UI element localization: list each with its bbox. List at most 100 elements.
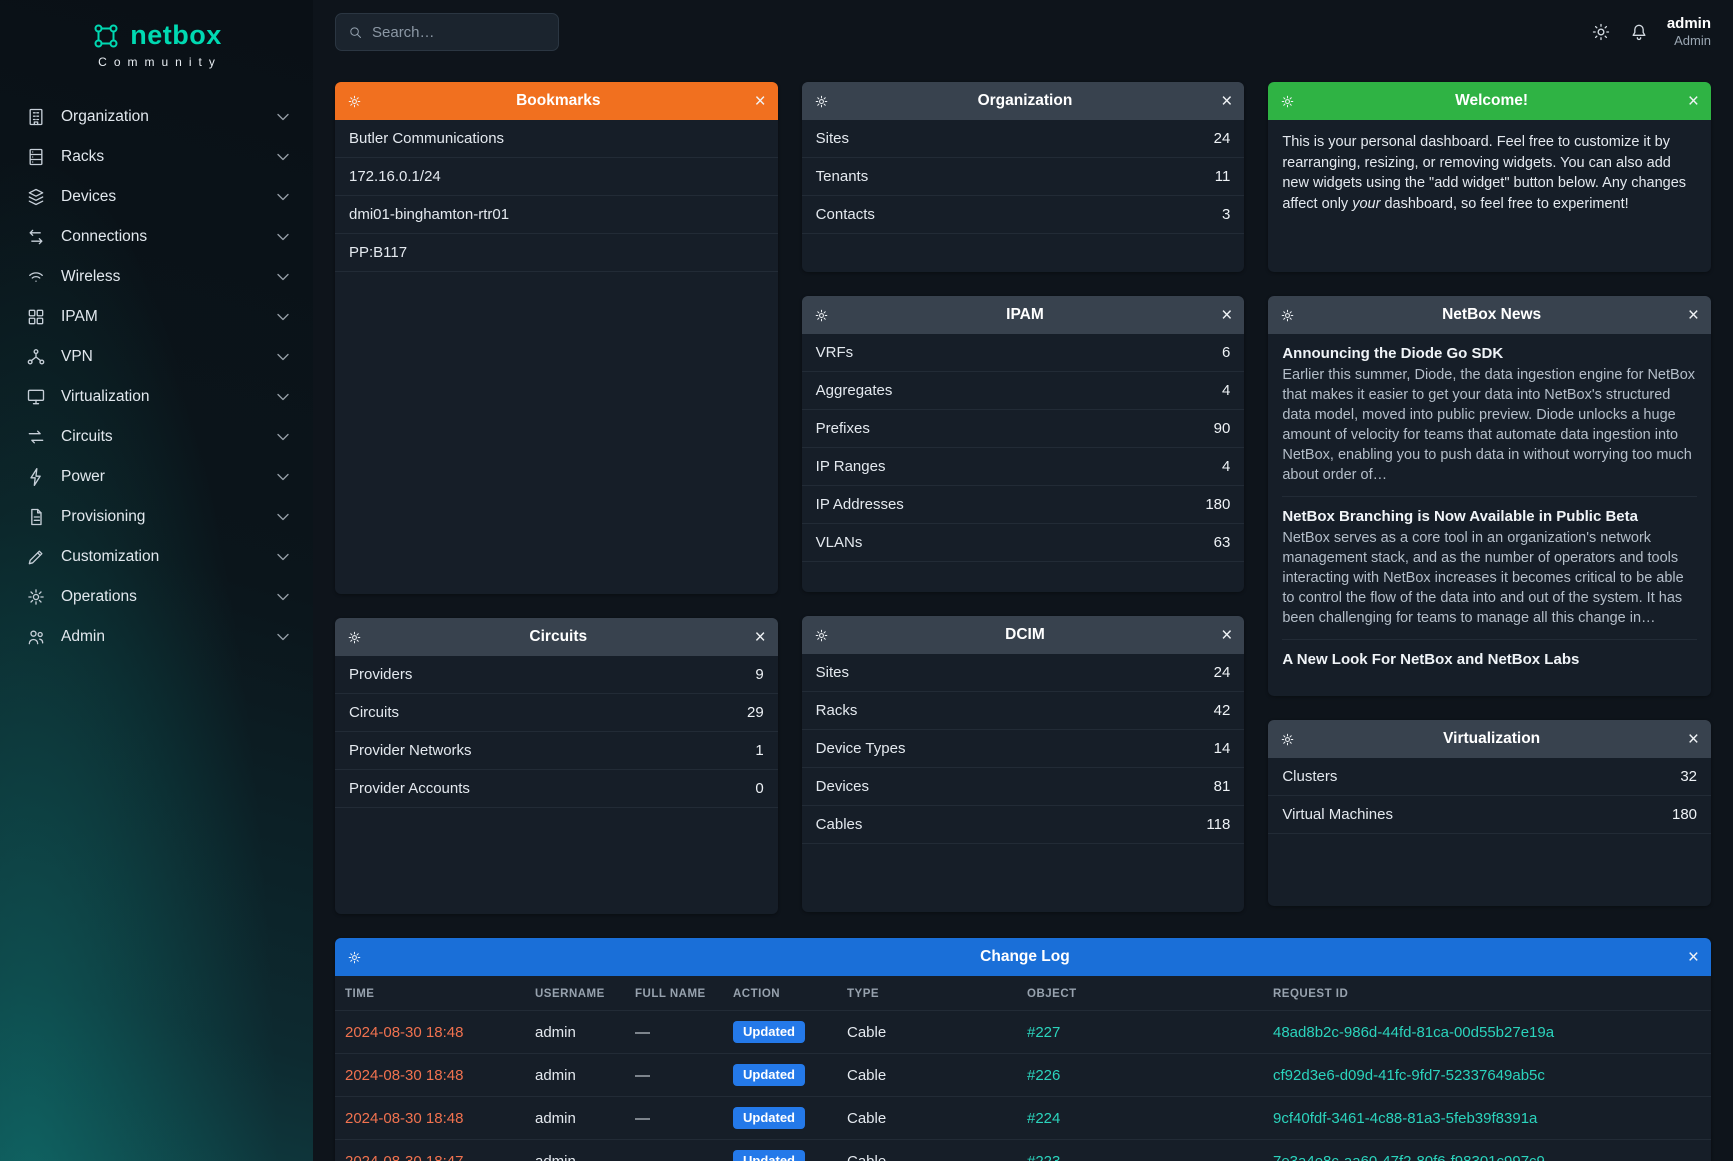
widget-close-icon[interactable]: ×: [1688, 948, 1699, 967]
widget-config-icon[interactable]: [814, 628, 829, 643]
changelog-object-link[interactable]: #223: [1027, 1153, 1060, 1161]
sidebar-item-circuits[interactable]: Circuits: [0, 417, 313, 457]
sidebar-item-racks[interactable]: Racks: [0, 137, 313, 177]
stat-label-link[interactable]: VRFs: [816, 344, 854, 361]
sidebar-item-provisioning[interactable]: Provisioning: [0, 497, 313, 537]
devices-icon: [26, 187, 46, 207]
bookmark-link[interactable]: 172.16.0.1/24: [349, 168, 441, 185]
user-menu[interactable]: admin Admin: [1667, 15, 1711, 50]
chevron-down-icon: [273, 587, 293, 607]
stat-label-link[interactable]: Contacts: [816, 206, 875, 223]
widget-title: Bookmarks: [370, 92, 747, 110]
sidebar-item-connections[interactable]: Connections: [0, 217, 313, 257]
stat-label-link[interactable]: IP Ranges: [816, 458, 886, 475]
stat-value: 9: [755, 666, 763, 683]
widget-config-icon[interactable]: [1280, 732, 1295, 747]
changelog-time-link[interactable]: 2024-08-30 18:48: [345, 1024, 463, 1041]
changelog-time-link[interactable]: 2024-08-30 18:48: [345, 1067, 463, 1084]
stat-value: 24: [1214, 664, 1231, 681]
stat-label-link[interactable]: Device Types: [816, 740, 906, 757]
sidebar-item-operations[interactable]: Operations: [0, 577, 313, 617]
stat-label-link[interactable]: Provider Accounts: [349, 780, 470, 797]
stat-label-link[interactable]: Providers: [349, 666, 412, 683]
monitor-icon: [26, 387, 46, 407]
changelog-username: admin: [525, 1097, 625, 1140]
changelog-request-id-link[interactable]: cf92d3e6-d09d-41fc-9fd7-52337649ab5c: [1273, 1067, 1545, 1084]
stat-label-link[interactable]: Sites: [816, 130, 849, 147]
stat-label-link[interactable]: Tenants: [816, 168, 869, 185]
sidebar-item-admin[interactable]: Admin: [0, 617, 313, 657]
column-header-full-name: Full Name: [625, 976, 723, 1011]
widget-close-icon[interactable]: ×: [1688, 306, 1699, 325]
stat-label-link[interactable]: Circuits: [349, 704, 399, 721]
widget-close-icon[interactable]: ×: [1221, 306, 1232, 325]
widget-close-icon[interactable]: ×: [1221, 92, 1232, 111]
widget-config-icon[interactable]: [814, 308, 829, 323]
sidebar-item-label: Customization: [61, 548, 159, 566]
widget-close-icon[interactable]: ×: [1688, 730, 1699, 749]
stat-label-link[interactable]: Racks: [816, 702, 858, 719]
widget-close-icon[interactable]: ×: [1688, 92, 1699, 111]
stat-label-link[interactable]: Cables: [816, 816, 863, 833]
sidebar-item-vpn[interactable]: VPN: [0, 337, 313, 377]
changelog-time-link[interactable]: 2024-08-30 18:48: [345, 1110, 463, 1127]
stat-label-link[interactable]: Devices: [816, 778, 869, 795]
network-icon: [26, 347, 46, 367]
ipam-header: IPAM ×: [802, 296, 1245, 334]
stat-value: 11: [1215, 168, 1231, 185]
widget-config-icon[interactable]: [1280, 94, 1295, 109]
widget-config-icon[interactable]: [347, 950, 362, 965]
news-title-link[interactable]: Announcing the Diode Go SDK: [1282, 345, 1697, 362]
widget-title: Welcome!: [1303, 92, 1680, 110]
widget-config-icon[interactable]: [347, 94, 362, 109]
stat-label-link[interactable]: Prefixes: [816, 420, 870, 437]
changelog-time-link[interactable]: 2024-08-30 18:47: [345, 1153, 463, 1161]
notifications-button[interactable]: [1629, 22, 1649, 42]
stat-label-link[interactable]: IP Addresses: [816, 496, 904, 513]
bookmark-link[interactable]: Butler Communications: [349, 130, 504, 147]
news-title-link[interactable]: A New Look For NetBox and NetBox Labs: [1282, 651, 1697, 668]
sidebar-item-devices[interactable]: Devices: [0, 177, 313, 217]
widget-title: Virtualization: [1303, 730, 1680, 748]
news-title-link[interactable]: NetBox Branching is Now Available in Pub…: [1282, 508, 1697, 525]
news-body: Earlier this summer, Diode, the data ing…: [1282, 365, 1697, 485]
changelog-type: Cable: [837, 1011, 1017, 1054]
action-badge: Updated: [733, 1107, 805, 1129]
stat-label-link[interactable]: Virtual Machines: [1282, 806, 1393, 823]
changelog-username: admin: [525, 1054, 625, 1097]
bookmark-link[interactable]: PP:B117: [349, 244, 407, 261]
stat-value: 81: [1214, 778, 1231, 795]
search-input[interactable]: [372, 24, 546, 41]
changelog-object-link[interactable]: #224: [1027, 1110, 1060, 1127]
changelog-request-id-link[interactable]: 9cf40fdf-3461-4c88-81a3-5feb39f8391a: [1273, 1110, 1537, 1127]
widget-config-icon[interactable]: [347, 630, 362, 645]
changelog-request-id-link[interactable]: 7e3a4e8c-aa60-47f2-80f6-f98301c997c9: [1273, 1153, 1545, 1161]
sidebar-item-virtualization[interactable]: Virtualization: [0, 377, 313, 417]
brand[interactable]: netbox Community: [0, 14, 313, 71]
widget-close-icon[interactable]: ×: [755, 92, 766, 111]
changelog-object-link[interactable]: #226: [1027, 1067, 1060, 1084]
changelog-object-link[interactable]: #227: [1027, 1024, 1060, 1041]
column-header-request-id: Request ID: [1263, 976, 1711, 1011]
stat-label-link[interactable]: Aggregates: [816, 382, 893, 399]
sidebar-item-organization[interactable]: Organization: [0, 97, 313, 137]
theme-toggle-button[interactable]: [1591, 22, 1611, 42]
search-box[interactable]: [335, 13, 559, 51]
sidebar-item-power[interactable]: Power: [0, 457, 313, 497]
sidebar-item-customization[interactable]: Customization: [0, 537, 313, 577]
sidebar-item-wireless[interactable]: Wireless: [0, 257, 313, 297]
stat-label-link[interactable]: Provider Networks: [349, 742, 472, 759]
widget-netbox-news: NetBox News × Announcing the Diode Go SD…: [1268, 296, 1711, 696]
widget-close-icon[interactable]: ×: [755, 628, 766, 647]
widget-config-icon[interactable]: [814, 94, 829, 109]
stat-label-link[interactable]: VLANs: [816, 534, 863, 551]
stat-label-link[interactable]: Sites: [816, 664, 849, 681]
changelog-request-id-link[interactable]: 48ad8b2c-986d-44fd-81ca-00d55b27e19a: [1273, 1024, 1554, 1041]
widget-welcome: Welcome! × This is your personal dashboa…: [1268, 82, 1711, 272]
bookmark-link[interactable]: dmi01-binghamton-rtr01: [349, 206, 509, 223]
widget-config-icon[interactable]: [1280, 308, 1295, 323]
sidebar-item-ipam[interactable]: IPAM: [0, 297, 313, 337]
widget-close-icon[interactable]: ×: [1221, 626, 1232, 645]
chevron-down-icon: [273, 467, 293, 487]
stat-label-link[interactable]: Clusters: [1282, 768, 1337, 785]
